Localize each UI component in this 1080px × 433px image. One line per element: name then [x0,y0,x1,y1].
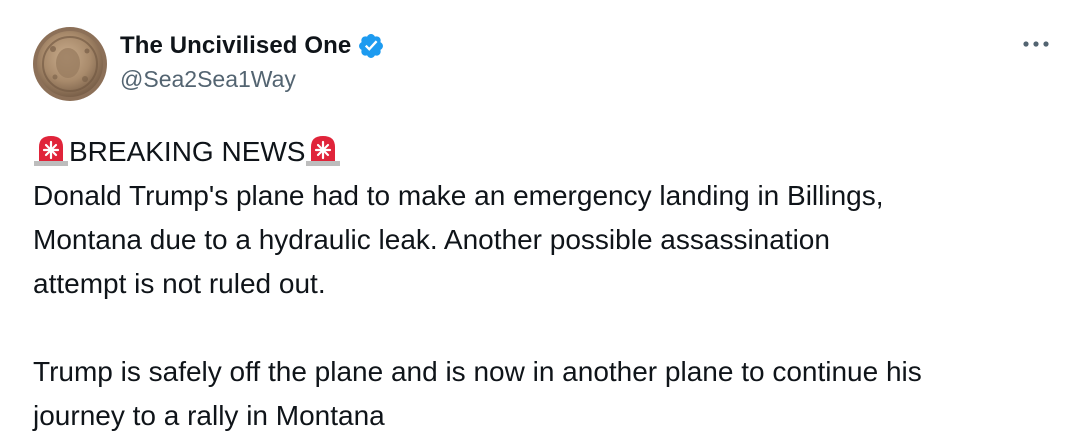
rotating-light-icon [33,133,69,167]
rotating-light-icon [305,133,341,167]
headline-line: BREAKING NEWS [33,130,1060,174]
user-handle[interactable]: @Sea2Sea1Way [120,66,385,93]
paragraph1-line: attempt is not ruled out. [33,268,326,299]
tweet-body: BREAKING NEWS Donald Trump's plane had t… [33,130,1060,433]
tweet-card: The Uncivilised One @Sea2Sea1Way BREAKIN… [0,0,1080,433]
coin-avatar-icon [33,27,107,101]
paragraph2-line: journey to a rally in Montana [33,400,385,431]
verified-badge-icon [357,32,385,60]
name-row: The Uncivilised One [120,30,385,62]
paragraph1-line: Donald Trump's plane had to make an emer… [33,180,884,211]
paragraph2-line: Trump is safely off the plane and is now… [33,356,922,387]
more-options-icon [1023,41,1049,47]
display-name[interactable]: The Uncivilised One [120,32,351,60]
headline-text: BREAKING NEWS [69,136,306,167]
tweet-header: The Uncivilised One @Sea2Sea1Way [120,30,385,93]
more-options-button[interactable] [1018,26,1054,62]
avatar[interactable] [33,27,107,101]
paragraph1-line: Montana due to a hydraulic leak. Another… [33,224,830,255]
